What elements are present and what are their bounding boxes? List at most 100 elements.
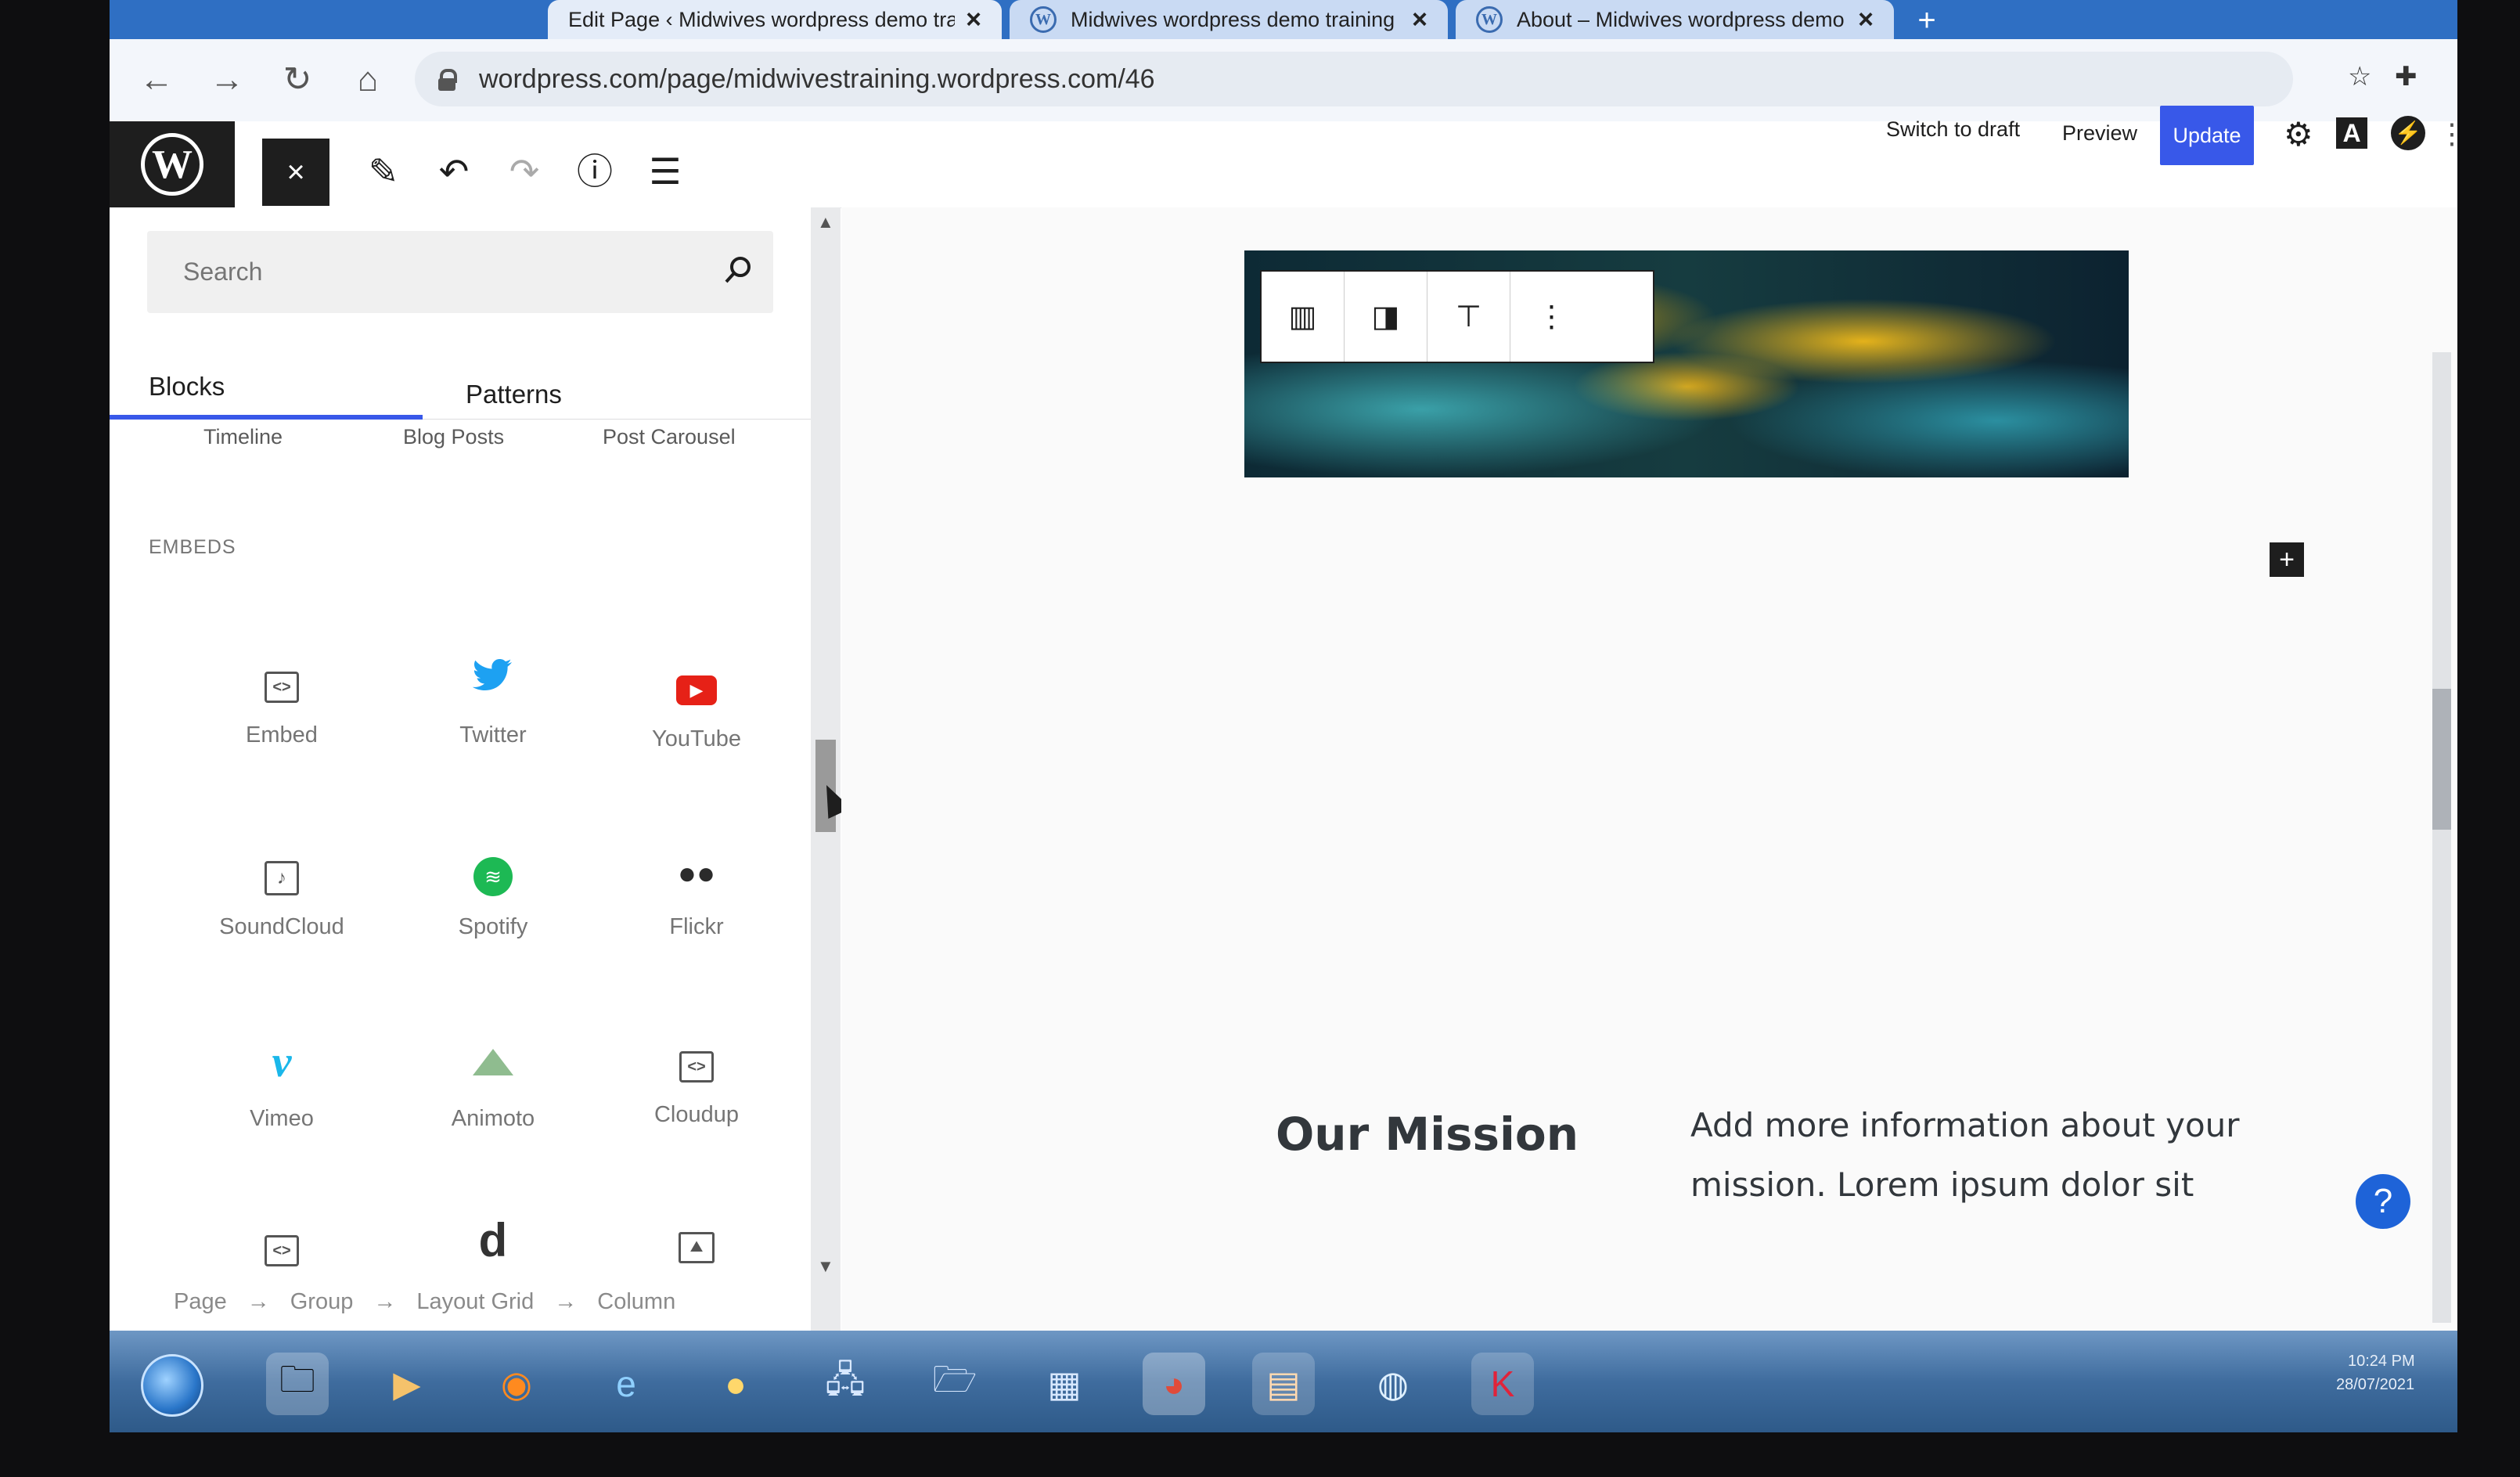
chrome-icon[interactable]: ◕ xyxy=(1143,1353,1205,1415)
star-icon[interactable]: ☆ xyxy=(2348,61,2371,92)
new-tab-button[interactable]: + xyxy=(1910,3,1944,38)
switch-to-draft-button[interactable]: Switch to draft xyxy=(1886,117,2020,142)
wordpress-logo-button[interactable]: W xyxy=(110,121,235,207)
block-item-twitter[interactable]: Twitter xyxy=(407,654,579,748)
app-window-icon[interactable]: ▦ xyxy=(1033,1353,1096,1415)
scroll-up-icon[interactable]: ▲ xyxy=(817,212,834,232)
tab-title: Edit Page ‹ Midwives wordpress demo trai… xyxy=(568,7,956,31)
home-icon[interactable]: ⌂ xyxy=(344,56,391,103)
vertical-align-top-icon[interactable]: ⊤ xyxy=(1427,272,1510,362)
wordpress-favicon-icon: W xyxy=(1030,6,1057,33)
block-label: Twitter xyxy=(459,722,527,748)
block-item-flickr[interactable]: ●● Flickr xyxy=(610,845,783,940)
close-icon[interactable]: × xyxy=(966,5,981,35)
search-input[interactable] xyxy=(147,231,695,313)
block-item-embed-2[interactable]: <> xyxy=(196,1217,368,1272)
browser-tab-about[interactable]: W About – Midwives wordpress demo traini… xyxy=(1456,0,1894,39)
tab-patterns[interactable]: Patterns xyxy=(466,380,562,409)
block-item-spotify[interactable]: ≋ Spotify xyxy=(407,845,579,940)
calendar-app-icon[interactable]: ▤ xyxy=(1252,1353,1315,1415)
cloudup-icon: <> xyxy=(610,1033,783,1088)
internet-explorer-icon[interactable]: e xyxy=(595,1353,657,1415)
preview-button[interactable]: Preview xyxy=(2062,121,2137,146)
breadcrumb-group[interactable]: Group xyxy=(290,1289,354,1328)
youtube-icon: ▶ xyxy=(610,657,783,712)
breadcrumb-layout-grid[interactable]: Layout Grid xyxy=(416,1289,534,1328)
reload-icon[interactable]: ↻ xyxy=(274,56,321,103)
twitter-icon xyxy=(407,654,579,708)
block-item-animoto[interactable]: Animoto xyxy=(407,1037,579,1132)
folder-icon[interactable]: 🗁 xyxy=(923,1353,986,1415)
block-item-post-carousel[interactable]: Post Carousel xyxy=(603,425,736,449)
mission-paragraph[interactable]: Add more information about your mission.… xyxy=(1690,1096,2285,1221)
tab-title: About – Midwives wordpress demo training xyxy=(1517,7,1847,31)
page-scrollbar[interactable] xyxy=(2432,352,2451,1323)
lock-icon xyxy=(438,69,457,91)
update-button[interactable]: Update xyxy=(2160,106,2254,165)
pencil-tools-icon[interactable]: ✎ xyxy=(360,148,407,195)
block-item-timeline[interactable]: Timeline xyxy=(203,425,283,449)
list-view-icon[interactable]: ☰ xyxy=(642,148,689,195)
spotify-icon: ≋ xyxy=(407,845,579,900)
block-item-cloudup[interactable]: <> Cloudup xyxy=(610,1033,783,1128)
embed-icon: <> xyxy=(196,1217,368,1272)
network-icon[interactable]: 🖧 xyxy=(814,1353,877,1415)
block-label: Cloudup xyxy=(653,1102,740,1127)
column-layout-icon[interactable]: ◨ xyxy=(1345,272,1427,362)
block-breadcrumb: Page → Group → Layout Grid → Column xyxy=(110,1289,814,1328)
block-item-layout-grid[interactable]: d xyxy=(407,1213,579,1268)
forward-arrow-icon[interactable]: → xyxy=(203,56,250,103)
vimeo-icon: v xyxy=(272,1038,292,1086)
block-inserter-panel: Blocks Patterns Timeline Blog Posts Post… xyxy=(110,207,851,1354)
browser-tab-site[interactable]: W Midwives wordpress demo training × xyxy=(1010,0,1448,39)
columns-icon[interactable]: ▥ xyxy=(1262,272,1345,362)
block-item-vimeo[interactable]: v Vimeo xyxy=(196,1037,368,1132)
address-bar[interactable]: wordpress.com/page/midwivestraining.word… xyxy=(415,52,2293,106)
embed-icon: <> xyxy=(196,654,368,708)
block-label: SoundCloud xyxy=(219,914,344,939)
redo-icon[interactable]: ↷ xyxy=(501,148,548,195)
jetpack-icon[interactable]: ⚡ xyxy=(2391,116,2425,150)
tab-title: Midwives wordpress demo training xyxy=(1071,7,1395,31)
add-block-button[interactable]: + xyxy=(2270,542,2304,577)
soundcloud-icon: ♪ xyxy=(196,845,368,900)
extensions-icon[interactable]: ✚ xyxy=(2395,61,2417,92)
clock-time: 10:24 PM xyxy=(2348,1353,2415,1370)
browser-tab-edit-page[interactable]: Edit Page ‹ Midwives wordpress demo trai… xyxy=(548,0,1002,39)
block-label: Flickr xyxy=(669,914,724,939)
windows-start-button[interactable] xyxy=(141,1354,203,1417)
block-item-blog-posts[interactable]: Blog Posts xyxy=(403,425,504,449)
block-item-soundcloud[interactable]: ♪ SoundCloud xyxy=(196,845,368,940)
scroll-down-icon[interactable]: ▼ xyxy=(817,1256,834,1277)
more-options-icon[interactable]: ⋮ xyxy=(2438,117,2457,150)
media-player-icon[interactable]: ▶ xyxy=(376,1353,438,1415)
wordpress-favicon-icon: W xyxy=(1476,6,1503,33)
breadcrumb-page[interactable]: Page xyxy=(174,1289,227,1328)
mission-heading[interactable]: Our Mission xyxy=(1276,1108,1579,1161)
gear-icon[interactable]: ⚙ xyxy=(2284,115,2313,153)
close-inserter-button[interactable]: × xyxy=(262,139,329,206)
app-icon[interactable]: ● xyxy=(704,1353,767,1415)
app-globe-icon[interactable]: ◍ xyxy=(1362,1353,1424,1415)
styles-button[interactable]: A xyxy=(2336,117,2367,149)
tab-blocks[interactable]: Blocks xyxy=(149,372,225,402)
help-button[interactable]: ? xyxy=(2356,1174,2410,1229)
file-explorer-icon[interactable]: 🗀 xyxy=(266,1353,329,1415)
block-item-image[interactable]: ⛰ xyxy=(610,1213,783,1268)
undo-icon[interactable]: ↶ xyxy=(430,148,477,195)
back-arrow-icon[interactable]: ← xyxy=(133,56,180,103)
breadcrumb-column[interactable]: Column xyxy=(597,1289,675,1328)
editor-canvas: ▥ ◨ ⊤ ⋮ + Our Mission Add more informati… xyxy=(841,207,2457,1354)
kaspersky-icon[interactable]: K xyxy=(1471,1353,1534,1415)
info-icon[interactable]: ⓘ xyxy=(571,148,618,195)
close-icon[interactable]: × xyxy=(1858,5,1874,35)
close-icon[interactable]: × xyxy=(1412,5,1427,35)
more-options-icon[interactable]: ⋮ xyxy=(1510,272,1593,362)
firefox-icon[interactable]: ◉ xyxy=(485,1353,548,1415)
active-tab-indicator xyxy=(110,415,423,420)
block-label: Animoto xyxy=(451,1106,535,1131)
page-scrollbar-thumb[interactable] xyxy=(2432,689,2451,830)
block-item-youtube[interactable]: ▶ YouTube xyxy=(610,657,783,752)
block-item-embed[interactable]: <> Embed xyxy=(196,654,368,748)
breadcrumb-separator: → xyxy=(373,1289,397,1314)
